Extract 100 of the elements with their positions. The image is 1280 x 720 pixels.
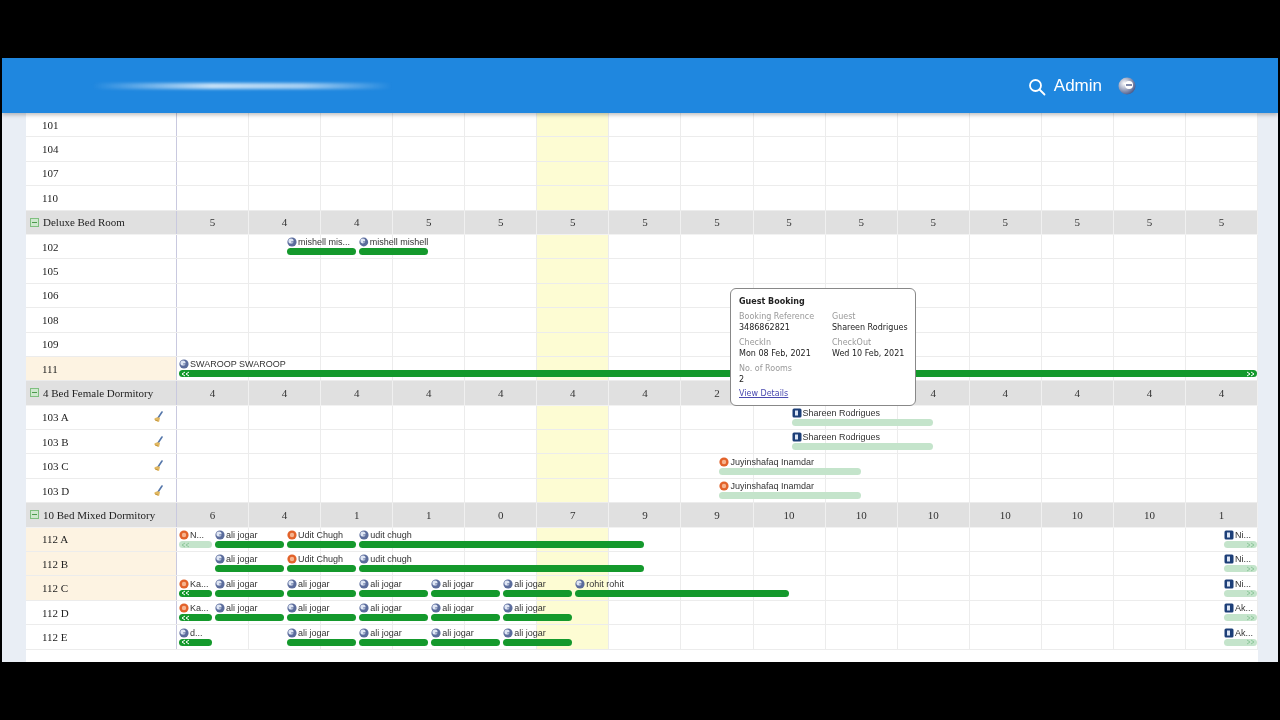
guest-name[interactable]: Ni...	[1234, 578, 1251, 589]
availability-count: 10	[897, 503, 970, 527]
room-number: 103 A	[42, 411, 69, 424]
guest-name[interactable]: Juyinshafaq Inamdar	[730, 456, 815, 467]
guest-name[interactable]: Ni...	[1234, 530, 1251, 541]
availability-count: 10	[753, 503, 826, 527]
guest-name[interactable]: ali jogar	[226, 530, 258, 541]
availability-count: 5	[969, 210, 1042, 234]
availability-count: 10	[1041, 503, 1114, 527]
availability-count: 4	[249, 381, 322, 405]
room-type-name: 10 Bed Mixed Dormitory	[43, 508, 156, 521]
guest-name[interactable]: ali jogar	[442, 578, 474, 589]
guest-name[interactable]: ali jogar	[442, 627, 474, 638]
guest-name[interactable]: ali jogar	[298, 578, 330, 589]
guest-name[interactable]: udit chugh	[370, 554, 412, 565]
guest-name[interactable]: ali jogar	[370, 627, 402, 638]
guest-name[interactable]: ali jogar	[298, 627, 330, 638]
guest-name[interactable]: udit chugh	[370, 530, 412, 541]
availability-count: 9	[609, 503, 682, 527]
guest-name[interactable]: Ak...	[1234, 603, 1253, 614]
availability-count: 4	[249, 210, 322, 234]
room-number: 108	[42, 313, 59, 326]
room-number: 106	[42, 289, 59, 302]
availability-count: 6	[177, 503, 250, 527]
availability-count: 4	[537, 381, 610, 405]
field-value: Mon 08 Feb, 2021	[739, 348, 812, 359]
availability-count: 5	[177, 210, 250, 234]
availability-count: 5	[681, 210, 754, 234]
guest-name[interactable]: ali jogar	[370, 603, 402, 614]
availability-count: 4	[969, 381, 1042, 405]
guest-name[interactable]: rohit rohit	[586, 578, 624, 589]
guest-name[interactable]: ali jogar	[226, 578, 258, 589]
availability-count: 5	[609, 210, 682, 234]
availability-count: 10	[969, 503, 1042, 527]
guest-name[interactable]: Ak...	[1234, 627, 1253, 638]
room-number: 110	[42, 191, 59, 204]
availability-count: 4	[1185, 381, 1258, 405]
availability-count: 5	[1113, 210, 1186, 234]
guest-name[interactable]: d...	[190, 627, 203, 638]
room-number: 102	[42, 240, 59, 253]
room-number: 109	[42, 338, 59, 351]
room-number: 112 C	[42, 582, 69, 595]
guest-name[interactable]: Shareen Rodrigues	[802, 408, 881, 419]
guest-name[interactable]: ali jogar	[298, 603, 330, 614]
guest-name[interactable]: mishell mis...	[298, 237, 351, 248]
guest-name[interactable]: ali jogar	[442, 603, 474, 614]
availability-count: 5	[393, 210, 466, 234]
availability-count: 4	[609, 381, 682, 405]
availability-count: 10	[1113, 503, 1186, 527]
guest-name[interactable]: mishell mishell	[369, 237, 429, 248]
availability-count: 4	[321, 210, 394, 234]
room-number: 103 D	[42, 484, 70, 497]
guest-name[interactable]: N...	[190, 530, 204, 541]
room-number: 112 E	[42, 630, 68, 643]
guest-name[interactable]: ali jogar	[226, 603, 258, 614]
guest-name[interactable]: Udit Chugh	[298, 530, 344, 541]
availability-count: 1	[1185, 503, 1258, 527]
availability-count: 4	[465, 381, 538, 405]
availability-count: 5	[465, 210, 538, 234]
availability-count: 7	[537, 503, 610, 527]
availability-count: 9	[681, 503, 754, 527]
room-number: 103 C	[42, 460, 69, 473]
availability-count: 5	[1185, 210, 1258, 234]
guest-name[interactable]: ali jogar	[514, 603, 546, 614]
guest-name[interactable]: Juyinshafaq Inamdar	[730, 481, 815, 492]
field-value: Wed 10 Feb, 2021	[832, 348, 906, 359]
availability-count: 5	[1041, 210, 1114, 234]
availability-count: 0	[465, 503, 538, 527]
guest-name[interactable]: ali jogar	[370, 578, 402, 589]
room-number: 111	[42, 362, 58, 375]
room-number: 107	[42, 167, 59, 180]
availability-count: 4	[321, 381, 394, 405]
guest-name[interactable]: ali jogar	[514, 627, 546, 638]
guest-name[interactable]: Ka...	[190, 603, 209, 614]
guest-name[interactable]: ali jogar	[514, 578, 546, 589]
availability-count: 5	[537, 210, 610, 234]
field-label: CheckIn	[739, 337, 773, 348]
availability-count: 4	[393, 381, 466, 405]
field-label: Guest	[832, 311, 857, 322]
user-name[interactable]: Admin	[1053, 75, 1102, 96]
room-number: 112 D	[42, 606, 69, 619]
guest-name[interactable]: Ni...	[1234, 554, 1251, 565]
room-type-name: 4 Bed Female Dormitory	[43, 387, 154, 399]
room-number: 112 A	[42, 533, 69, 546]
room-number: 103 B	[42, 435, 69, 448]
room-number: 101	[42, 118, 59, 131]
room-number: 104	[42, 143, 59, 156]
availability-count: 1	[321, 503, 394, 527]
availability-count: 5	[897, 210, 970, 234]
availability-count: 5	[753, 210, 826, 234]
guest-name[interactable]: Udit Chugh	[298, 554, 344, 565]
guest-name[interactable]: Shareen Rodrigues	[802, 432, 881, 443]
field-label: Booking Reference	[739, 311, 816, 322]
guest-name[interactable]: SWAROOP SWAROOP	[190, 359, 286, 370]
room-number: 105	[42, 265, 59, 278]
availability-count: 4	[1113, 381, 1186, 405]
field-value: Shareen Rodrigues	[832, 322, 908, 333]
guest-name[interactable]: ali jogar	[226, 554, 258, 565]
field-label: No. of Rooms	[739, 363, 794, 374]
guest-name[interactable]: Ka...	[190, 578, 209, 589]
